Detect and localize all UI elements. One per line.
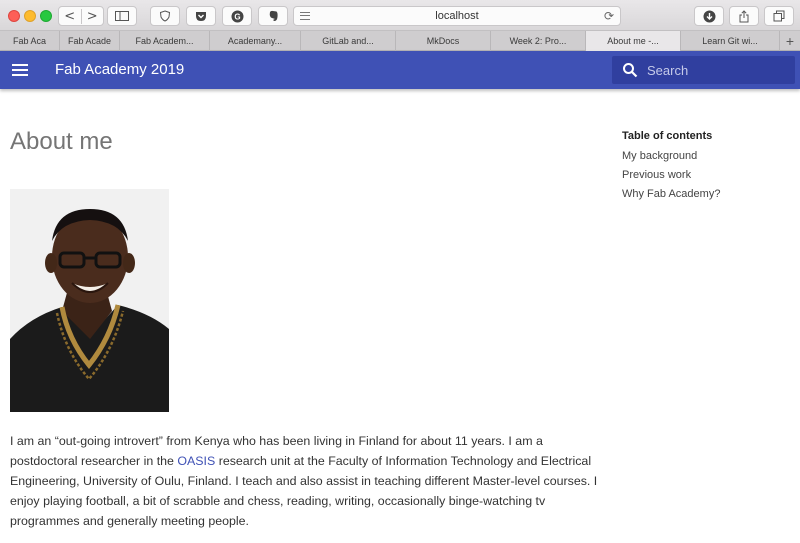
toc-link-my-background[interactable]: My background [622, 150, 792, 162]
browser-tab-active[interactable]: About me -... [586, 31, 681, 51]
evernote-icon [269, 10, 278, 21]
share-button[interactable] [729, 6, 759, 26]
profile-photo [10, 189, 169, 412]
browser-tab[interactable]: MkDocs [396, 31, 491, 51]
history-nav: < > [58, 6, 104, 26]
back-button[interactable]: < [59, 8, 82, 24]
zoom-window-button[interactable] [40, 10, 52, 22]
browser-tab[interactable]: Fab Academ... [120, 31, 210, 51]
share-icon [739, 9, 749, 22]
sidebar-icon [115, 11, 129, 21]
tab-overview-button[interactable] [764, 6, 794, 26]
shield-icon [159, 10, 171, 22]
close-window-button[interactable] [8, 10, 20, 22]
oasis-link[interactable]: OASIS [177, 454, 215, 468]
pocket-button[interactable] [186, 6, 216, 26]
tabs-icon [773, 10, 785, 22]
search-placeholder: Search [647, 63, 689, 78]
browser-tab[interactable]: Fab Acade [60, 31, 120, 51]
minimize-window-button[interactable] [24, 10, 36, 22]
shield-extension-button[interactable] [150, 6, 180, 26]
search-input[interactable]: Search [612, 56, 795, 84]
portrait-image [10, 189, 169, 412]
address-bar[interactable]: localhost ⟳ [293, 6, 621, 26]
download-icon [703, 10, 715, 22]
toc-link-why-fab-academy[interactable]: Why Fab Academy? [622, 188, 792, 200]
browser-tab[interactable]: Week 2: Pro... [491, 31, 586, 51]
page-title: About me [10, 128, 113, 155]
svg-text:G: G [234, 12, 240, 21]
hamburger-menu-icon[interactable] [12, 64, 28, 76]
browser-tab[interactable]: Academany... [210, 31, 301, 51]
about-paragraph: I am an “out-going introvert” from Kenya… [10, 431, 605, 531]
sidebar-toggle-button[interactable] [107, 6, 137, 26]
address-url: localhost [435, 10, 479, 22]
table-of-contents: Table of contents My background Previous… [622, 130, 792, 207]
downloads-button[interactable] [694, 6, 724, 26]
grammarly-button[interactable]: G [222, 6, 252, 26]
new-tab-button[interactable]: + [780, 31, 800, 50]
grammarly-icon: G [231, 10, 243, 22]
browser-tab[interactable]: Fab Aca [0, 31, 60, 51]
forward-button[interactable]: > [82, 9, 104, 24]
browser-toolbar: < > G localhost ⟳ [0, 0, 800, 31]
browser-tab[interactable]: Learn Git wi... [681, 31, 780, 51]
tab-bar: Fab Aca Fab Acade Fab Academ... Academan… [0, 31, 800, 51]
evernote-button[interactable] [258, 6, 288, 26]
site-header: Fab Academy 2019 Search [0, 51, 800, 89]
reload-icon[interactable]: ⟳ [604, 9, 614, 23]
site-title[interactable]: Fab Academy 2019 [55, 61, 184, 78]
pocket-icon [196, 11, 206, 21]
search-icon [623, 63, 638, 78]
toc-link-previous-work[interactable]: Previous work [622, 169, 792, 181]
browser-tab[interactable]: GitLab and... [301, 31, 396, 51]
toc-title: Table of contents [622, 130, 713, 142]
